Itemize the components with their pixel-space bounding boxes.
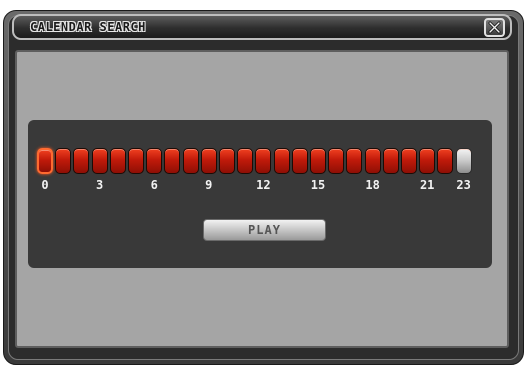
hour-segment-22[interactable] — [437, 148, 454, 174]
hour-tick-label: 18 — [365, 178, 380, 192]
hour-segment-13[interactable] — [273, 148, 290, 174]
hour-tick-label: 23 — [456, 178, 471, 192]
hour-segment-0[interactable] — [37, 148, 53, 174]
hour-tick-label: 12 — [256, 178, 271, 192]
hour-tick-label: 21 — [419, 178, 435, 192]
hour-timeline — [37, 148, 477, 178]
close-icon — [488, 21, 501, 34]
hour-segment-3[interactable] — [91, 148, 108, 174]
dialog-title: CALENDAR SEARCH — [30, 20, 146, 34]
timeline-panel — [28, 120, 492, 268]
hour-segment-12[interactable] — [255, 148, 272, 174]
hour-segment-6[interactable] — [146, 148, 163, 174]
hour-tick-label: 15 — [310, 178, 326, 192]
hour-segment-8[interactable] — [182, 148, 199, 174]
hour-segment-21[interactable] — [419, 148, 436, 174]
hour-segment-7[interactable] — [164, 148, 181, 174]
hour-segment-14[interactable] — [291, 148, 308, 174]
hour-segment-10[interactable] — [219, 148, 235, 174]
hour-segment-4[interactable] — [109, 148, 126, 174]
hour-tick-label: 3 — [95, 178, 104, 192]
hour-segment-1[interactable] — [55, 148, 72, 174]
hour-tick-label: 9 — [205, 178, 213, 192]
hour-segment-5[interactable] — [128, 148, 144, 174]
hour-segment-18[interactable] — [364, 148, 381, 174]
hour-tick-label: 6 — [150, 178, 158, 192]
hour-tick-label: 0 — [41, 178, 49, 192]
close-button[interactable] — [484, 18, 505, 37]
play-button[interactable]: PLAY — [203, 219, 326, 241]
hour-segment-23[interactable] — [455, 148, 472, 174]
hour-segment-16[interactable] — [328, 148, 345, 174]
hour-segment-11[interactable] — [237, 148, 254, 174]
hour-segment-2[interactable] — [73, 148, 90, 174]
hour-segment-9[interactable] — [200, 148, 217, 174]
hour-segment-17[interactable] — [346, 148, 363, 174]
hour-segment-20[interactable] — [401, 148, 417, 174]
hour-segment-15[interactable] — [310, 148, 326, 174]
title-bar: CALENDAR SEARCH — [12, 14, 512, 40]
hour-segment-19[interactable] — [382, 148, 399, 174]
